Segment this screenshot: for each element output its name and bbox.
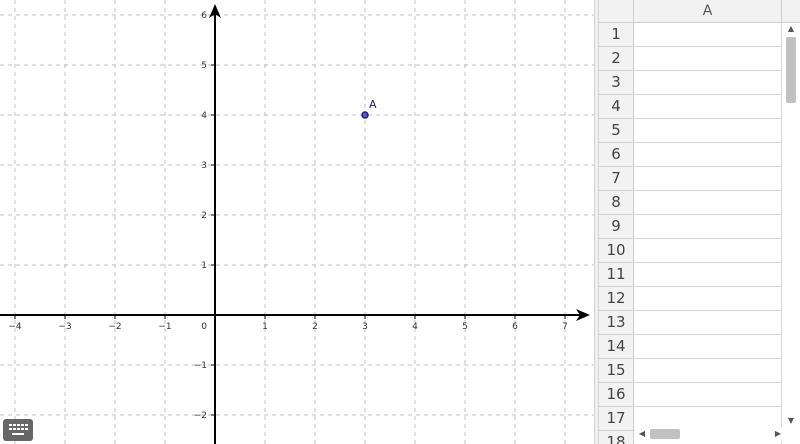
x-tick-label: −4 xyxy=(8,322,22,332)
cell-a10[interactable] xyxy=(634,239,782,263)
row-header[interactable]: 17 xyxy=(599,407,634,431)
scroll-right-arrow-icon[interactable]: ▶ xyxy=(772,427,784,441)
cell-a11[interactable] xyxy=(634,263,782,287)
cell-a5[interactable] xyxy=(634,119,782,143)
cell-a9[interactable] xyxy=(634,215,782,239)
vertical-scrollbar[interactable]: ▲ ▼ xyxy=(784,23,798,427)
horizontal-scrollbar[interactable]: ◀ ▶ xyxy=(634,427,784,441)
row-header[interactable]: 6 xyxy=(599,143,634,167)
x-tick-label: 2 xyxy=(312,322,318,332)
cell-a2[interactable] xyxy=(634,47,782,71)
y-tick-label: −2 xyxy=(194,411,207,421)
scroll-down-arrow-icon[interactable]: ▼ xyxy=(784,415,798,427)
keyboard-key xyxy=(9,424,12,426)
row-header[interactable]: 2 xyxy=(599,47,634,71)
x-tick-label: 4 xyxy=(412,322,418,332)
cell-a4[interactable] xyxy=(634,95,782,119)
row-header[interactable]: 13 xyxy=(599,311,634,335)
table-row: 4 xyxy=(599,95,782,119)
cell-a3[interactable] xyxy=(634,71,782,95)
cell-a1[interactable] xyxy=(634,23,782,47)
cell-a15[interactable] xyxy=(634,359,782,383)
row-header[interactable]: 16 xyxy=(599,383,634,407)
row-header[interactable]: 11 xyxy=(599,263,634,287)
cell-a14[interactable] xyxy=(634,335,782,359)
graphics-view[interactable]: −4 −3 −2 −1 1 2 3 4 5 6 7 −2 −1 1 2 3 4 5 6 0 A xyxy=(0,0,594,444)
cell-a8[interactable] xyxy=(634,191,782,215)
table-row: 3 xyxy=(599,71,782,95)
keyboard-key xyxy=(13,428,16,430)
row-header[interactable]: 1 xyxy=(599,23,634,47)
y-tick-label: 5 xyxy=(201,61,207,71)
origin-label: 0 xyxy=(201,322,207,332)
keyboard-key xyxy=(25,424,28,426)
horizontal-scroll-thumb[interactable] xyxy=(650,429,680,439)
keyboard-key xyxy=(13,424,16,426)
x-tick-label: −2 xyxy=(108,322,121,332)
keyboard-key xyxy=(17,424,20,426)
row-header[interactable]: 18 xyxy=(599,431,634,444)
row-header[interactable]: 9 xyxy=(599,215,634,239)
x-tick-label: 6 xyxy=(512,322,518,332)
sheet-corner[interactable] xyxy=(599,0,634,23)
row-header[interactable]: 5 xyxy=(599,119,634,143)
y-tick-label: −1 xyxy=(194,361,207,371)
x-tick-label: 1 xyxy=(262,322,268,332)
row-header[interactable]: 10 xyxy=(599,239,634,263)
x-tick-label: 3 xyxy=(362,322,368,332)
row-header[interactable]: 3 xyxy=(599,71,634,95)
row-header[interactable]: 12 xyxy=(599,287,634,311)
row-header[interactable]: 7 xyxy=(599,167,634,191)
table-row: 6 xyxy=(599,143,782,167)
table-row: 9 xyxy=(599,215,782,239)
keyboard-key xyxy=(25,428,28,430)
keyboard-key xyxy=(17,428,20,430)
x-tick-label: −1 xyxy=(158,322,171,332)
point-a[interactable] xyxy=(361,111,369,119)
column-header-a[interactable]: A xyxy=(634,0,782,23)
point-label: A xyxy=(369,98,377,111)
coordinate-plane[interactable]: −4 −3 −2 −1 1 2 3 4 5 6 7 −2 −1 1 2 3 4 5 6 0 A xyxy=(0,0,594,444)
table-row: 1 xyxy=(599,23,782,47)
scroll-up-arrow-icon[interactable]: ▲ xyxy=(784,23,798,35)
cell-a12[interactable] xyxy=(634,287,782,311)
column-header-filler xyxy=(782,0,800,23)
y-tick-label: 1 xyxy=(201,261,207,271)
table-row: 2 xyxy=(599,47,782,71)
x-tick-label: 5 xyxy=(462,322,468,332)
row-header[interactable]: 8 xyxy=(599,191,634,215)
y-tick-label: 3 xyxy=(201,161,207,171)
table-row: 16 xyxy=(599,383,782,407)
cell-a13[interactable] xyxy=(634,311,782,335)
y-tick-label: 6 xyxy=(201,11,207,21)
table-row: 7 xyxy=(599,167,782,191)
y-tick-label: 2 xyxy=(201,211,207,221)
table-row: 11 xyxy=(599,263,782,287)
table-row: 13 xyxy=(599,311,782,335)
keyboard-key xyxy=(9,428,12,430)
keyboard-key xyxy=(21,428,24,430)
table-row: 14 xyxy=(599,335,782,359)
keyboard-spacebar xyxy=(12,433,24,435)
row-header[interactable]: 14 xyxy=(599,335,634,359)
keyboard-toggle-button[interactable] xyxy=(3,419,33,441)
table-row: 12 xyxy=(599,287,782,311)
row-header[interactable]: 4 xyxy=(599,95,634,119)
y-tick-label: 4 xyxy=(201,111,207,121)
x-tick-label: −3 xyxy=(58,322,71,332)
table-row: 5 xyxy=(599,119,782,143)
row-header[interactable]: 15 xyxy=(599,359,634,383)
cell-a16[interactable] xyxy=(634,383,782,407)
table-row: 15 xyxy=(599,359,782,383)
spreadsheet-view[interactable]: A 1 2 3 4 5 6 7 8 9 10 11 12 13 14 15 16 17 18 ▲ ▼ ◀ ▶ xyxy=(599,0,800,444)
scroll-left-arrow-icon[interactable]: ◀ xyxy=(636,427,648,441)
x-tick-label: 7 xyxy=(562,322,568,332)
table-row: 10 xyxy=(599,239,782,263)
vertical-scroll-thumb[interactable] xyxy=(786,37,796,103)
cell-a7[interactable] xyxy=(634,167,782,191)
cell-a6[interactable] xyxy=(634,143,782,167)
keyboard-key xyxy=(21,424,24,426)
table-row: 8 xyxy=(599,191,782,215)
